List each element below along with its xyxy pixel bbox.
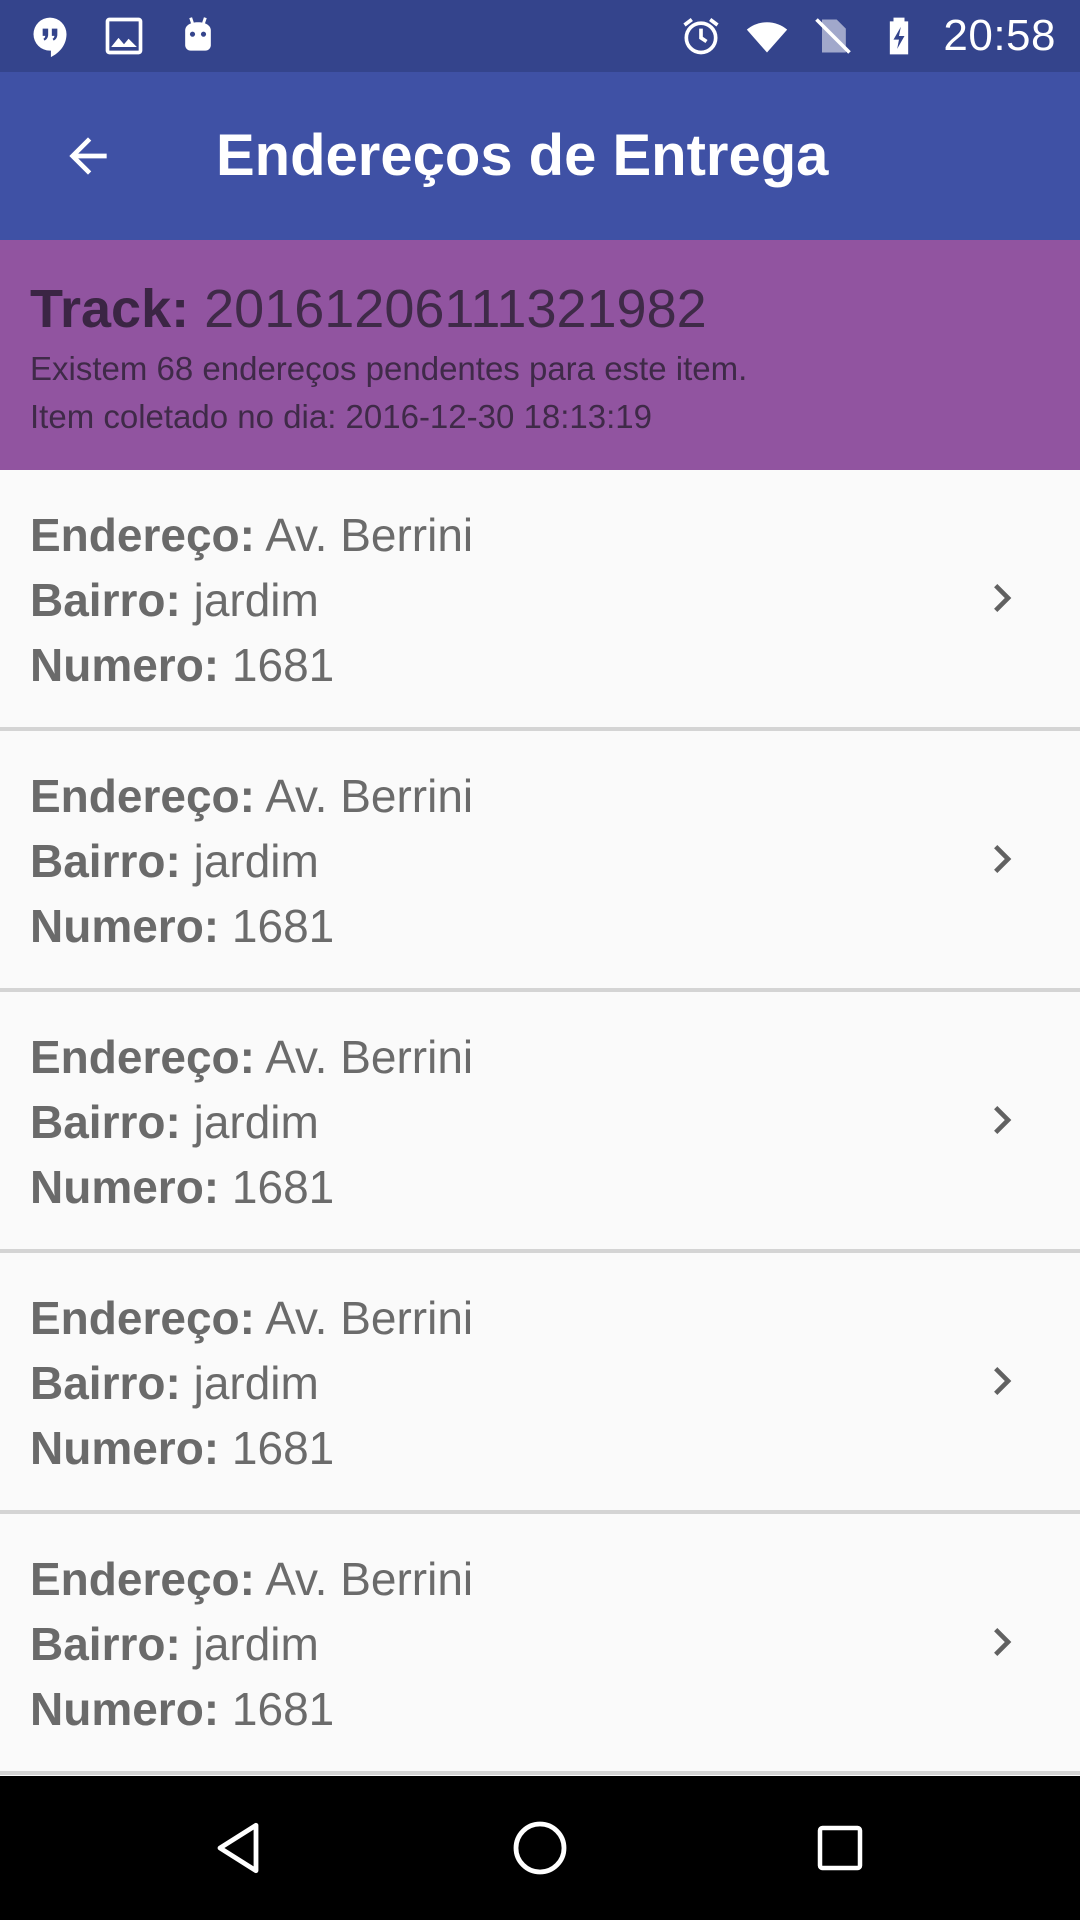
page-title: Endereços de Entrega	[216, 123, 829, 188]
nav-back-button[interactable]	[190, 1798, 290, 1898]
address-list: Endereço: Av. Berrini Bairro: jardim Num…	[0, 470, 1080, 1775]
numero-row: Numero: 1681	[30, 1421, 334, 1475]
bairro-label: Bairro:	[30, 1096, 181, 1148]
numero-label: Numero:	[30, 1161, 220, 1213]
endereco-row: Endereço: Av. Berrini	[30, 508, 473, 562]
numero-row: Numero: 1681	[30, 1682, 334, 1736]
clock: 20:58	[943, 11, 1056, 60]
endereco-value: Av. Berrini	[265, 1031, 474, 1083]
bairro-row: Bairro: jardim	[30, 1617, 319, 1671]
bairro-row: Bairro: jardim	[30, 1095, 319, 1149]
nav-recents-icon	[817, 1825, 863, 1871]
endereco-label: Endereço:	[30, 1553, 255, 1605]
address-item[interactable]: Endereço: Av. Berrini Bairro: jardim Num…	[0, 470, 1080, 731]
numero-row: Numero: 1681	[30, 1160, 334, 1214]
address-item[interactable]: Endereço: Av. Berrini Bairro: jardim Num…	[0, 992, 1080, 1253]
bairro-value: jardim	[193, 835, 319, 887]
bairro-value: jardim	[193, 574, 319, 626]
numero-label: Numero:	[30, 1422, 220, 1474]
endereco-value: Av. Berrini	[265, 1553, 474, 1605]
numero-row: Numero: 1681	[30, 638, 334, 692]
bairro-row: Bairro: jardim	[30, 834, 319, 888]
track-label: Track:	[30, 279, 190, 339]
bairro-row: Bairro: jardim	[30, 1356, 319, 1410]
track-line: Track: 20161206111321982	[30, 278, 707, 340]
endereco-value: Av. Berrini	[265, 770, 474, 822]
endereco-label: Endereço:	[30, 1031, 255, 1083]
endereco-value: Av. Berrini	[265, 1292, 474, 1344]
track-code: 20161206111321982	[204, 279, 707, 339]
alarm-icon	[683, 18, 719, 55]
nav-back-icon	[217, 1822, 259, 1874]
endereco-row: Endereço: Av. Berrini	[30, 1030, 473, 1084]
status-bar: 20:58	[0, 0, 1080, 72]
bairro-label: Bairro:	[30, 835, 181, 887]
track-header: Track: 20161206111321982 Existem 68 ende…	[0, 240, 1080, 470]
endereco-label: Endereço:	[30, 509, 255, 561]
wifi-icon	[747, 22, 788, 53]
endereco-row: Endereço: Av. Berrini	[30, 1291, 473, 1345]
arrow-back-icon	[69, 137, 107, 175]
back-button[interactable]	[40, 108, 136, 204]
endereco-label: Endereço:	[30, 770, 255, 822]
chevron-right-icon	[994, 584, 1012, 612]
android-icon	[185, 17, 211, 51]
bairro-value: jardim	[193, 1618, 319, 1670]
app-bar: Endereços de Entrega	[0, 72, 1080, 240]
bairro-row: Bairro: jardim	[30, 573, 319, 627]
address-item[interactable]: Endereço: Av. Berrini Bairro: jardim Num…	[0, 731, 1080, 992]
address-item[interactable]: Endereço: Av. Berrini Bairro: jardim Num…	[0, 1253, 1080, 1514]
nav-home-button[interactable]	[490, 1798, 590, 1898]
chevron-right-icon	[994, 1628, 1012, 1656]
endereco-row: Endereço: Av. Berrini	[30, 769, 473, 823]
numero-value: 1681	[231, 900, 335, 952]
bairro-label: Bairro:	[30, 1357, 181, 1409]
numero-label: Numero:	[30, 1683, 220, 1735]
bairro-label: Bairro:	[30, 1618, 181, 1670]
nav-recents-button[interactable]	[790, 1798, 890, 1898]
endereco-value: Av. Berrini	[265, 509, 474, 561]
bairro-value: jardim	[193, 1357, 319, 1409]
numero-value: 1681	[231, 1161, 335, 1213]
numero-value: 1681	[231, 1683, 335, 1735]
navigation-bar	[0, 1776, 1080, 1920]
bairro-label: Bairro:	[30, 574, 181, 626]
chevron-right-icon	[994, 1367, 1012, 1395]
endereco-label: Endereço:	[30, 1292, 255, 1344]
collected-text: Item coletado no dia: 2016-12-30 18:13:1…	[30, 398, 652, 435]
chevron-right-icon	[994, 845, 1012, 873]
numero-row: Numero: 1681	[30, 899, 334, 953]
numero-label: Numero:	[30, 900, 220, 952]
pending-text: Existem 68 endereços pendentes para este…	[30, 350, 748, 387]
chevron-right-icon	[994, 1106, 1012, 1134]
battery-charging-icon	[890, 17, 909, 55]
numero-value: 1681	[231, 639, 335, 691]
numero-value: 1681	[231, 1422, 335, 1474]
bairro-value: jardim	[193, 1096, 319, 1148]
numero-label: Numero:	[30, 639, 220, 691]
address-item[interactable]: Endereço: Av. Berrini Bairro: jardim Num…	[0, 1514, 1080, 1775]
no-sim-icon	[815, 18, 852, 54]
hangouts-icon	[33, 17, 67, 58]
image-icon	[105, 17, 143, 55]
endereco-row: Endereço: Av. Berrini	[30, 1552, 473, 1606]
nav-home-icon	[513, 1821, 567, 1875]
